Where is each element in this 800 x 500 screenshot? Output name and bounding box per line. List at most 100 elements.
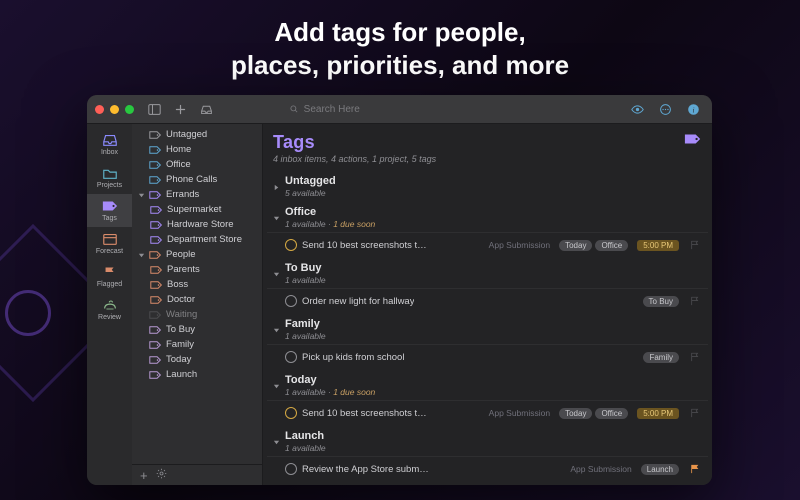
disclosure-icon[interactable]: [273, 209, 280, 216]
chip[interactable]: Office: [595, 408, 628, 419]
sidebar-tag-untagged[interactable]: Untagged: [132, 127, 262, 142]
group-subtitle: 1 available: [267, 331, 708, 344]
tag-icon: [149, 310, 162, 320]
sidebar-tag-parents[interactable]: Parents: [132, 262, 262, 277]
sidebar-tag-launch[interactable]: Launch: [132, 367, 262, 382]
disclosure-icon[interactable]: [138, 191, 145, 198]
sidebar-tag-waiting[interactable]: Waiting: [132, 307, 262, 322]
chip[interactable]: Office: [595, 240, 628, 251]
sidebar-tag-family[interactable]: Family: [132, 337, 262, 352]
rail-projects[interactable]: Projects: [87, 161, 132, 194]
sidebar-tag-errands[interactable]: Errands: [132, 187, 262, 202]
sidebar-tag-people[interactable]: People: [132, 247, 262, 262]
flag-button[interactable]: [688, 296, 702, 306]
disclosure-icon[interactable]: [273, 265, 280, 272]
rail-tags[interactable]: Tags: [87, 194, 132, 227]
tag-label: Launch: [166, 369, 197, 380]
rail-review[interactable]: Review: [87, 293, 132, 326]
tag-icon: [149, 250, 162, 260]
minimize-button[interactable]: [110, 105, 119, 114]
tag-label: Boss: [167, 279, 188, 290]
group-header-untagged[interactable]: Untagged: [267, 170, 708, 188]
tag-label: Parents: [167, 264, 200, 275]
sidebar-tag-to-buy[interactable]: To Buy: [132, 322, 262, 337]
tag-icon: [150, 220, 163, 230]
sidebar-tag-department-store[interactable]: Department Store: [132, 232, 262, 247]
svg-text:i: i: [693, 105, 695, 114]
titlebar: Search Here i: [87, 95, 712, 124]
add-button[interactable]: [170, 99, 190, 119]
chip[interactable]: Launch: [641, 464, 679, 475]
group-header-family[interactable]: Family: [267, 313, 708, 331]
sidebar-tag-hardware-store[interactable]: Hardware Store: [132, 217, 262, 232]
maximize-button[interactable]: [125, 105, 134, 114]
group-header-today[interactable]: Today: [267, 369, 708, 387]
task-row[interactable]: Order new light for hallwayTo Buy: [267, 288, 708, 313]
rail-inbox[interactable]: Inbox: [87, 128, 132, 161]
chip[interactable]: To Buy: [643, 296, 679, 307]
flagged-icon: [101, 265, 119, 279]
rail-forecast[interactable]: Forecast: [87, 227, 132, 260]
flag-button[interactable]: [688, 464, 702, 474]
sidebar-tag-phone-calls[interactable]: Phone Calls: [132, 172, 262, 187]
sidebar-tag-doctor[interactable]: Doctor: [132, 292, 262, 307]
rail-label: Forecast: [96, 248, 123, 255]
forecast-icon: [101, 232, 119, 246]
close-button[interactable]: [95, 105, 104, 114]
flag-button[interactable]: [688, 408, 702, 418]
disclosure-icon[interactable]: [273, 178, 280, 185]
task-checkbox[interactable]: [285, 351, 297, 363]
disclosure-icon[interactable]: [273, 321, 280, 328]
tag-icon: [149, 175, 162, 185]
flag-button[interactable]: [688, 240, 702, 250]
group-subtitle: 1 available: [267, 443, 708, 456]
task-checkbox[interactable]: [285, 463, 297, 475]
sidebar-tag-home[interactable]: Home: [132, 142, 262, 157]
group-header-launch[interactable]: Launch: [267, 425, 708, 443]
task-row[interactable]: Pick up kids from schoolFamily: [267, 344, 708, 369]
sidebar-settings-button[interactable]: [156, 468, 167, 482]
sidebar-toggle-button[interactable]: [144, 99, 164, 119]
tag-icon: [149, 325, 162, 335]
chip[interactable]: Today: [559, 408, 592, 419]
search-field[interactable]: Search Here: [289, 104, 489, 115]
tag-label: People: [166, 249, 196, 260]
info-button[interactable]: i: [684, 99, 704, 119]
search-icon: [289, 104, 299, 114]
disclosure-icon[interactable]: [273, 377, 280, 384]
task-checkbox[interactable]: [285, 239, 297, 251]
flag-button[interactable]: [688, 352, 702, 362]
disclosure-icon[interactable]: [273, 433, 280, 440]
task-row[interactable]: Send 10 best screenshots t…App Submissio…: [267, 232, 708, 257]
task-row[interactable]: Send 10 best screenshots t…App Submissio…: [267, 400, 708, 425]
chip[interactable]: Today: [559, 240, 592, 251]
tag-label: Office: [166, 159, 191, 170]
group-header-office[interactable]: Office: [267, 201, 708, 219]
tag-icon: [149, 355, 162, 365]
tag-label: Home: [166, 144, 191, 155]
hero-headline: Add tags for people,places, priorities, …: [0, 16, 800, 81]
tag-icon: [149, 160, 162, 170]
sidebar-tag-boss[interactable]: Boss: [132, 277, 262, 292]
rail-label: Flagged: [97, 281, 122, 288]
task-checkbox[interactable]: [285, 407, 297, 419]
group-header-to-buy[interactable]: To Buy: [267, 257, 708, 275]
inbox-button[interactable]: [196, 99, 216, 119]
task-checkbox[interactable]: [285, 295, 297, 307]
view-button[interactable]: [628, 99, 648, 119]
more-button[interactable]: [656, 99, 676, 119]
chip[interactable]: Family: [643, 352, 679, 363]
tag-icon: [684, 132, 702, 151]
page-title: Tags: [273, 132, 684, 153]
task-row[interactable]: Review the App Store subm…App Submission…: [267, 456, 708, 481]
task-tags: Family: [643, 352, 679, 363]
sidebar-tag-office[interactable]: Office: [132, 157, 262, 172]
tag-label: Today: [166, 354, 191, 365]
disclosure-icon[interactable]: [138, 251, 145, 258]
sidebar-tag-supermarket[interactable]: Supermarket: [132, 202, 262, 217]
tag-icon: [150, 280, 163, 290]
tag-label: Waiting: [166, 309, 197, 320]
rail-flagged[interactable]: Flagged: [87, 260, 132, 293]
sidebar-tag-today[interactable]: Today: [132, 352, 262, 367]
add-tag-button[interactable]: +: [140, 469, 148, 482]
